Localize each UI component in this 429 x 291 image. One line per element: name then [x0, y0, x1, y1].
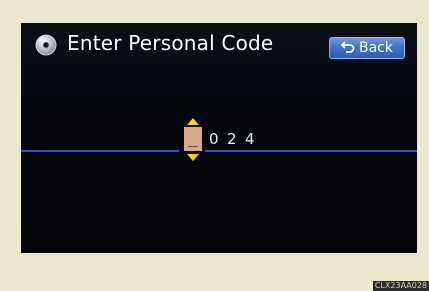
code-digit: 2 — [227, 130, 237, 148]
disc-icon — [35, 34, 57, 56]
page-title: Enter Personal Code — [67, 31, 274, 55]
display-screen: Enter Personal Code Back _ 024 — [21, 23, 417, 253]
frame: Enter Personal Code Back _ 024 CLX23AA02… — [0, 0, 429, 291]
code-digit: 4 — [245, 130, 255, 148]
header: Enter Personal Code Back — [21, 23, 417, 69]
back-button-label: Back — [359, 40, 393, 56]
entered-digits: 024 — [209, 128, 263, 150]
entry-line-right — [205, 150, 417, 152]
code-digit: 0 — [209, 130, 219, 148]
active-digit-cursor[interactable]: _ — [184, 127, 202, 151]
watermark-label: CLX23AA028 — [372, 281, 429, 291]
up-arrow-icon[interactable] — [187, 118, 199, 125]
entry-line-left — [21, 150, 179, 152]
return-arrow-icon — [341, 40, 355, 53]
down-arrow-icon[interactable] — [187, 154, 199, 161]
back-button[interactable]: Back — [329, 37, 405, 59]
